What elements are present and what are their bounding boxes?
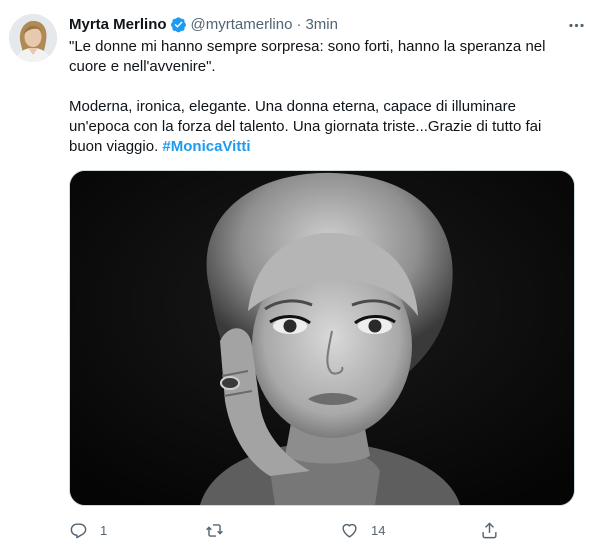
text-line-last: buon viaggio. #MonicaVitti [69, 137, 579, 157]
reply-count: 1 [100, 522, 108, 538]
tweet-actions: 1 14 [69, 517, 499, 543]
tweet-photo[interactable] [69, 170, 575, 506]
like-icon [342, 523, 357, 538]
avatar[interactable] [9, 14, 57, 62]
like-button[interactable]: 14 [340, 521, 385, 540]
verified-badge-icon [170, 16, 187, 33]
user-handle[interactable]: @myrtamerlino [191, 16, 293, 33]
text-line: Moderna, ironica, elegante. Una donna et… [69, 98, 516, 115]
tweet-text: "Le donne mi hanno sempre sorpresa: sono… [69, 37, 579, 157]
separator-dot: · [296, 15, 302, 33]
text-line: un'epoca con la forza del talento. Una g… [69, 118, 542, 135]
like-count: 14 [371, 522, 386, 538]
text-segment: buon viaggio. [69, 138, 163, 155]
reply-button[interactable]: 1 [69, 521, 110, 540]
retweet-button[interactable] [205, 521, 246, 540]
share-icon [482, 521, 497, 538]
more-icon[interactable] [564, 14, 588, 36]
text-line: cuore e nell'avvenire". [69, 58, 216, 75]
tweet-header: Myrta Merlino @myrtamerlino · 3min [69, 14, 338, 34]
timestamp[interactable]: 3min [305, 16, 338, 33]
text-line: "Le donne mi hanno sempre sorpresa: sono… [69, 38, 546, 55]
display-name[interactable]: Myrta Merlino [69, 16, 167, 33]
hashtag-link[interactable]: #MonicaVitti [162, 138, 250, 155]
reply-icon [70, 522, 87, 538]
retweet-icon [205, 523, 223, 537]
share-button[interactable] [480, 521, 499, 540]
tweet-card[interactable]: Myrta Merlino @myrtamerlino · 3min "Le d… [0, 0, 606, 552]
